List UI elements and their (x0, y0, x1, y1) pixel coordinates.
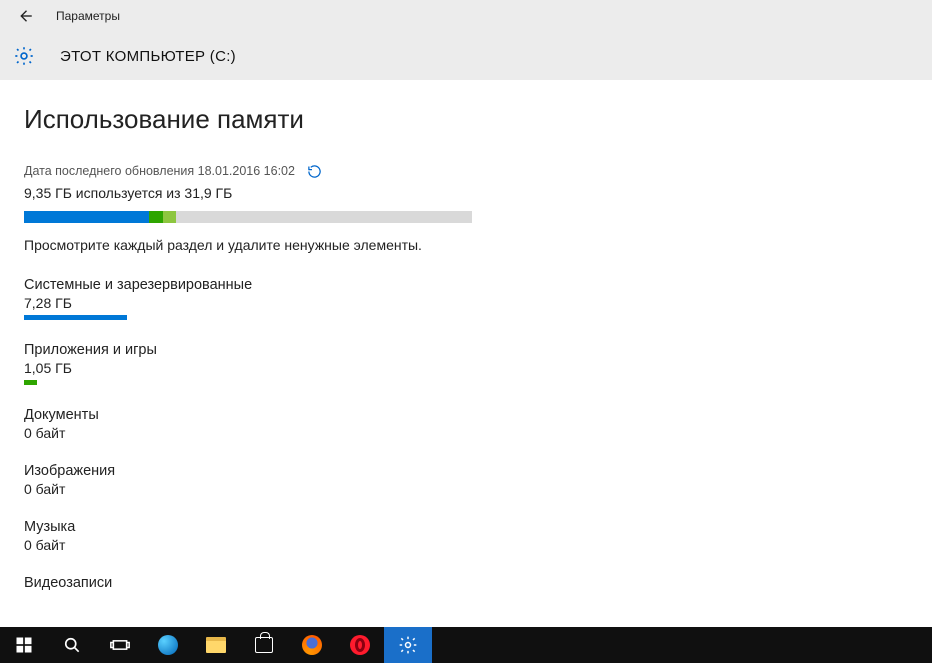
category-name: Системные и зарезервированные (24, 277, 472, 293)
category-name: Приложения и игры (24, 342, 472, 358)
edge-button[interactable] (144, 627, 192, 663)
edge-icon (158, 635, 178, 655)
storage-category[interactable]: Системные и зарезервированные 7,28 ГБ (24, 277, 472, 320)
settings-taskbar-button[interactable] (384, 627, 432, 663)
opera-button[interactable] (336, 627, 384, 663)
storage-category[interactable]: Музыка 0 байт (24, 519, 472, 553)
settings-header: Параметры ЭТОТ КОМПЬЮТЕР (C:) (0, 0, 932, 80)
storage-category[interactable]: Приложения и игры 1,05 ГБ (24, 342, 472, 385)
header-top: Параметры (0, 0, 932, 32)
total-usage-bar (24, 211, 472, 223)
category-size: 0 байт (24, 481, 472, 497)
firefox-icon (302, 635, 322, 655)
category-size: 1,05 ГБ (24, 360, 472, 376)
bar-segment-system (24, 211, 149, 223)
header-main: ЭТОТ КОМПЬЮТЕР (C:) (0, 32, 932, 80)
last-update-text: Дата последнего обновления 18.01.2016 16… (24, 164, 295, 178)
category-bar (24, 380, 472, 385)
category-bar-fill (24, 315, 127, 320)
category-name: Документы (24, 407, 472, 423)
bar-segment-other (163, 211, 176, 223)
page-title: Использование памяти (24, 104, 908, 135)
category-size: 0 байт (24, 537, 472, 553)
drive-title: ЭТОТ КОМПЬЮТЕР (C:) (60, 48, 236, 65)
back-button[interactable] (14, 5, 36, 27)
category-bar (24, 315, 472, 320)
explorer-button[interactable] (192, 627, 240, 663)
content: Использование памяти Дата последнего обн… (0, 80, 932, 591)
hint-text: Просмотрите каждый раздел и удалите нену… (24, 237, 908, 253)
category-name: Музыка (24, 519, 472, 535)
gear-icon (12, 44, 36, 68)
store-icon (255, 637, 273, 653)
folder-icon (206, 637, 226, 653)
refresh-icon[interactable] (307, 163, 323, 179)
gear-icon (398, 635, 418, 655)
opera-icon (350, 635, 370, 655)
store-button[interactable] (240, 627, 288, 663)
usage-summary: 9,35 ГБ используется из 31,9 ГБ (24, 185, 908, 201)
firefox-button[interactable] (288, 627, 336, 663)
start-button[interactable] (0, 627, 48, 663)
last-update-row: Дата последнего обновления 18.01.2016 16… (24, 163, 908, 179)
app-name: Параметры (56, 9, 120, 23)
bar-segment-apps (149, 211, 162, 223)
taskbar (0, 627, 932, 663)
category-size: 7,28 ГБ (24, 295, 472, 311)
storage-category[interactable]: Видеозаписи (24, 575, 472, 591)
category-bar-fill (24, 380, 37, 385)
taskview-button[interactable] (96, 627, 144, 663)
category-size: 0 байт (24, 425, 472, 441)
search-button[interactable] (48, 627, 96, 663)
storage-category[interactable]: Изображения 0 байт (24, 463, 472, 497)
storage-category[interactable]: Документы 0 байт (24, 407, 472, 441)
category-name: Видеозаписи (24, 575, 472, 591)
category-name: Изображения (24, 463, 472, 479)
